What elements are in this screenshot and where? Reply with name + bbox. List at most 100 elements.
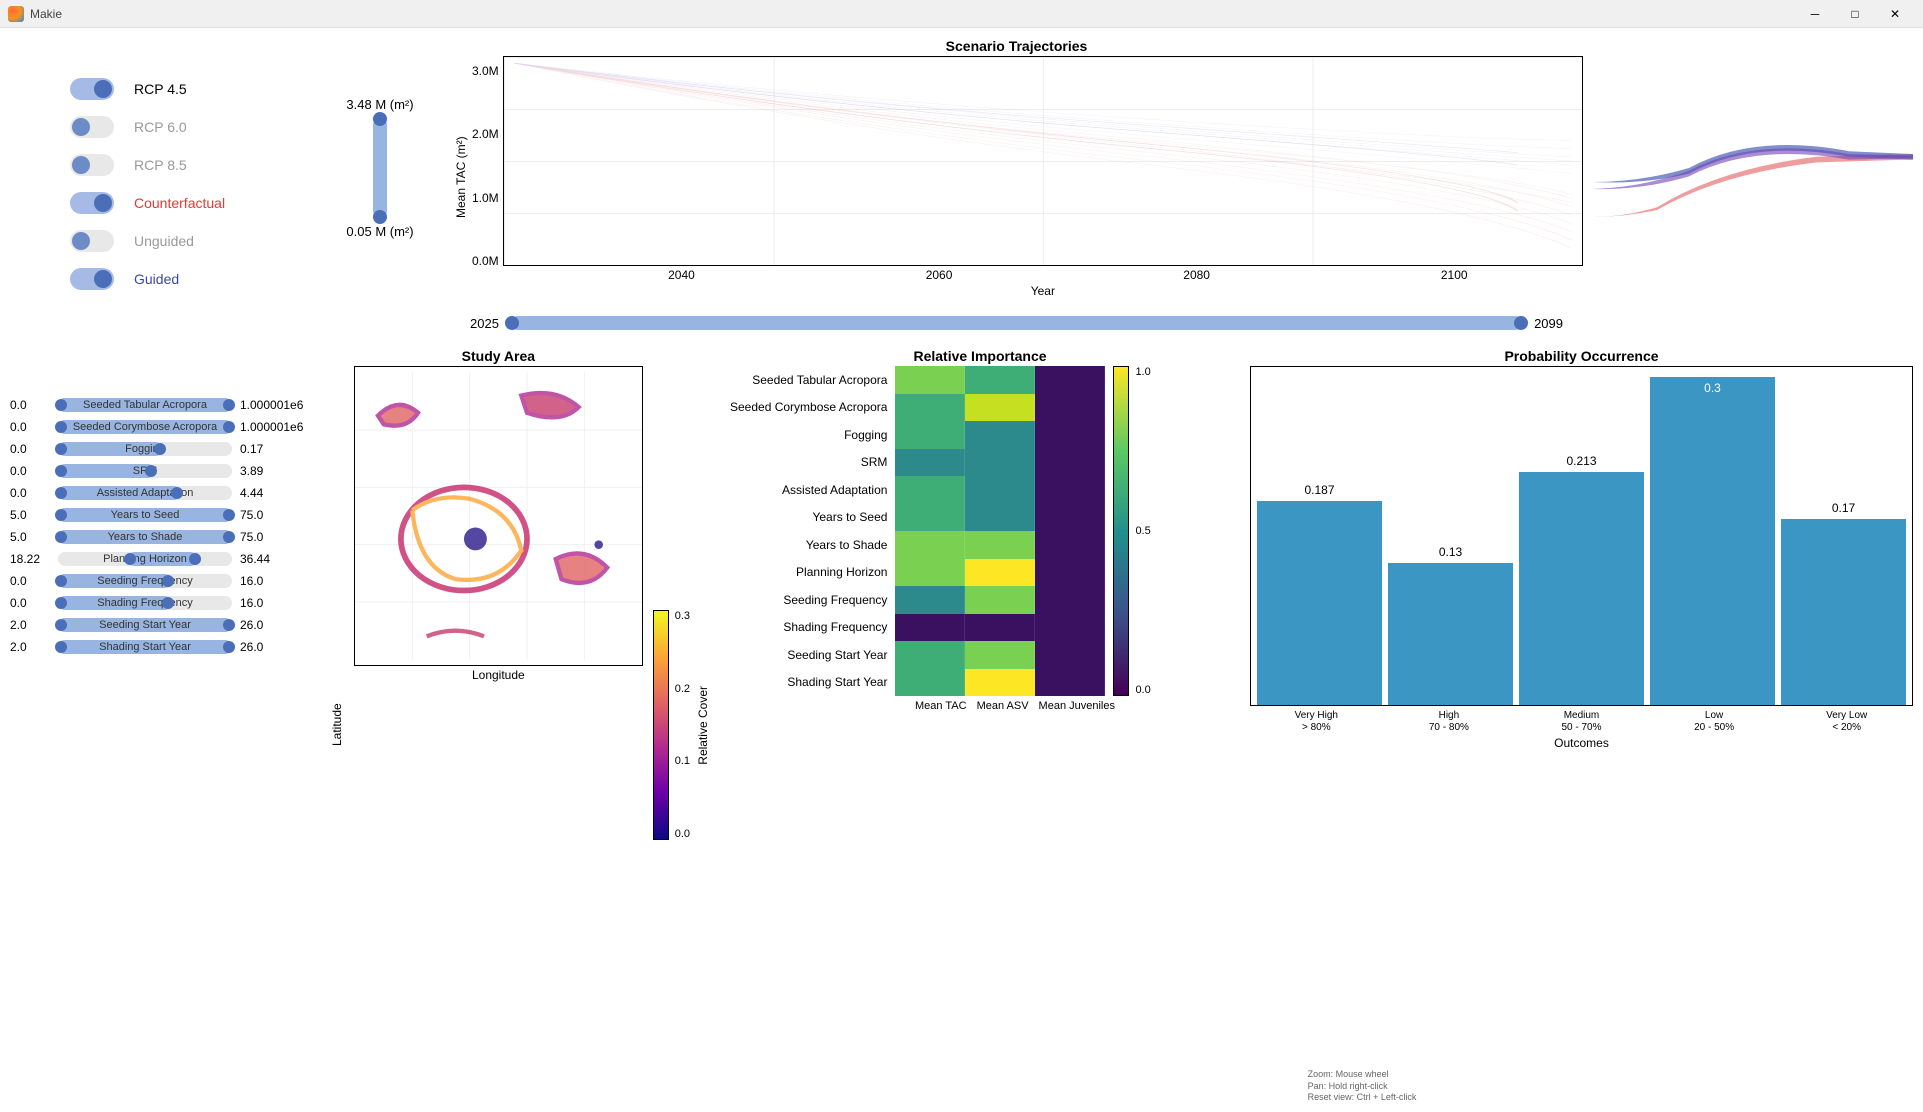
param-slider-seeded-corymbose-acropora[interactable]: Seeded Corymbose Acropora — [58, 420, 232, 434]
param-min: 2.0 — [10, 618, 50, 632]
param-min: 0.0 — [10, 464, 50, 478]
parameter-sliders: 0.0 Seeded Tabular Acropora 1.000001e6 0.… — [10, 348, 310, 1102]
tac-range-slider[interactable] — [373, 118, 387, 218]
toggle-rcp60[interactable] — [70, 116, 114, 138]
heatmap-cell — [1035, 394, 1105, 422]
param-max: 26.0 — [240, 618, 310, 632]
toggle-label-unguided: Unguided — [134, 233, 194, 249]
trajectory-plot[interactable] — [503, 56, 1583, 266]
trajectory-xticks: 2040206020802100 — [503, 266, 1583, 282]
map-plot[interactable] — [354, 366, 643, 666]
probability-bar: 0.3 — [1650, 377, 1775, 705]
param-min: 0.0 — [10, 486, 50, 500]
param-slider-assisted-adaptation[interactable]: Assisted Adaptation — [58, 486, 232, 500]
heatmap-cell — [895, 641, 965, 669]
param-min: 0.0 — [10, 596, 50, 610]
map-xlabel: Longitude — [354, 668, 643, 682]
heatmap-cell — [1035, 614, 1105, 642]
map-panel: Latitude Study Area — [330, 348, 710, 1102]
close-button[interactable]: ✕ — [1875, 3, 1915, 25]
param-slider-shading-frequency[interactable]: Shading Frequency — [58, 596, 232, 610]
density-plot — [1593, 98, 1913, 238]
param-min: 0.0 — [10, 574, 50, 588]
probability-plot[interactable]: 0.1870.130.2130.30.17 — [1250, 366, 1913, 706]
trajectory-panel: Scenario Trajectories Mean TAC (m²) 3.0M… — [450, 38, 1583, 298]
maximize-button[interactable]: □ — [1835, 3, 1875, 25]
heatmap-colorbar-ticks: 1.00.50.0 — [1135, 366, 1150, 696]
heatmap-cell — [895, 586, 965, 614]
param-slider-seeding-frequency[interactable]: Seeding Frequency — [58, 574, 232, 588]
param-max: 0.17 — [240, 442, 310, 456]
param-slider-years-to-shade[interactable]: Years to Shade — [58, 530, 232, 544]
param-slider-planning-horizon[interactable]: Planning Horizon — [58, 552, 232, 566]
year-range-slider[interactable] — [511, 316, 1522, 330]
probability-panel: Probability Occurrence 0.1870.130.2130.3… — [1250, 348, 1913, 1102]
probability-bar: 0.17 — [1781, 519, 1906, 705]
param-max: 16.0 — [240, 596, 310, 610]
heatmap-cell — [895, 421, 965, 449]
probability-xticks: Very High> 80%High70 - 80%Medium50 - 70%… — [1250, 710, 1913, 734]
toggle-guided[interactable] — [70, 268, 114, 290]
heatmap-cell — [965, 394, 1035, 422]
param-max: 1.000001e6 — [240, 420, 310, 434]
probability-bar: 0.213 — [1519, 472, 1644, 705]
map-colorbar-ticks: 0.30.20.10.0 — [675, 610, 690, 840]
param-min: 2.0 — [10, 640, 50, 654]
year-handle-left[interactable] — [505, 316, 519, 330]
heatmap-cell — [965, 366, 1035, 394]
heatmap-cell — [965, 559, 1035, 587]
param-min: 0.0 — [10, 398, 50, 412]
param-slider-shading-start-year[interactable]: Shading Start Year — [58, 640, 232, 654]
heatmap-cell — [965, 449, 1035, 477]
map-colorbar-label: Relative Cover — [696, 686, 710, 765]
year-range-row: 2025 2099 — [450, 308, 1583, 338]
heatmap-grid[interactable] — [895, 366, 1105, 696]
heatmap-cell — [965, 504, 1035, 532]
map-title: Study Area — [354, 348, 643, 364]
trajectory-ylabel: Mean TAC (m²) — [450, 56, 472, 298]
probability-bar: 0.187 — [1257, 501, 1382, 705]
heatmap-cell — [895, 449, 965, 477]
year-min-label: 2025 — [470, 316, 499, 331]
minimize-button[interactable]: ─ — [1795, 3, 1835, 25]
heatmap-cell — [895, 366, 965, 394]
param-min: 5.0 — [10, 508, 50, 522]
heatmap-cell — [965, 669, 1035, 697]
heatmap-colorbar-bar — [1113, 366, 1129, 696]
toggle-rcp45[interactable] — [70, 78, 114, 100]
param-slider-seeded-tabular-acropora[interactable]: Seeded Tabular Acropora — [58, 398, 232, 412]
heatmap-cell — [1035, 669, 1105, 697]
param-slider-fogging[interactable]: Fogging — [58, 442, 232, 456]
tac-range-vslider: 3.48 M (m²) 0.05 M (m²) — [320, 38, 440, 298]
vslider-handle-bottom[interactable] — [373, 210, 387, 224]
toggle-unguided[interactable] — [70, 230, 114, 252]
toggle-label-counterfactual: Counterfactual — [134, 195, 225, 211]
toggle-label-guided: Guided — [134, 271, 179, 287]
heatmap-cell — [965, 641, 1035, 669]
year-handle-right[interactable] — [1514, 316, 1528, 330]
help-text: Zoom: Mouse wheel Pan: Hold right-click … — [1308, 1069, 1417, 1104]
param-max: 3.89 — [240, 464, 310, 478]
heatmap-cell — [895, 531, 965, 559]
vslider-handle-top[interactable] — [373, 112, 387, 126]
window-buttons: ─ □ ✕ — [1795, 3, 1915, 25]
heatmap-cell — [895, 669, 965, 697]
heatmap-cell — [1035, 476, 1105, 504]
toggle-label-rcp45: RCP 4.5 — [134, 81, 187, 97]
heatmap-ylabels: Seeded Tabular AcroporaSeeded Corymbose … — [730, 366, 887, 696]
window-title-bar: Makie ─ □ ✕ — [0, 0, 1923, 28]
param-slider-seeding-start-year[interactable]: Seeding Start Year — [58, 618, 232, 632]
param-max: 26.0 — [240, 640, 310, 654]
toggle-rcp85[interactable] — [70, 154, 114, 176]
param-slider-srm[interactable]: SRM — [58, 464, 232, 478]
heatmap-cell — [1035, 366, 1105, 394]
year-max-label: 2099 — [1534, 316, 1563, 331]
scenario-toggles: RCP 4.5 RCP 6.0 RCP 8.5 Counterfactual U… — [10, 38, 310, 298]
param-min: 0.0 — [10, 420, 50, 434]
toggle-counterfactual[interactable] — [70, 192, 114, 214]
heatmap-cell — [1035, 586, 1105, 614]
heatmap-cell — [965, 476, 1035, 504]
map-colorbar: 0.30.20.10.0 Relative Cover — [653, 348, 710, 1102]
param-slider-years-to-seed[interactable]: Years to Seed — [58, 508, 232, 522]
param-max: 36.44 — [240, 552, 310, 566]
